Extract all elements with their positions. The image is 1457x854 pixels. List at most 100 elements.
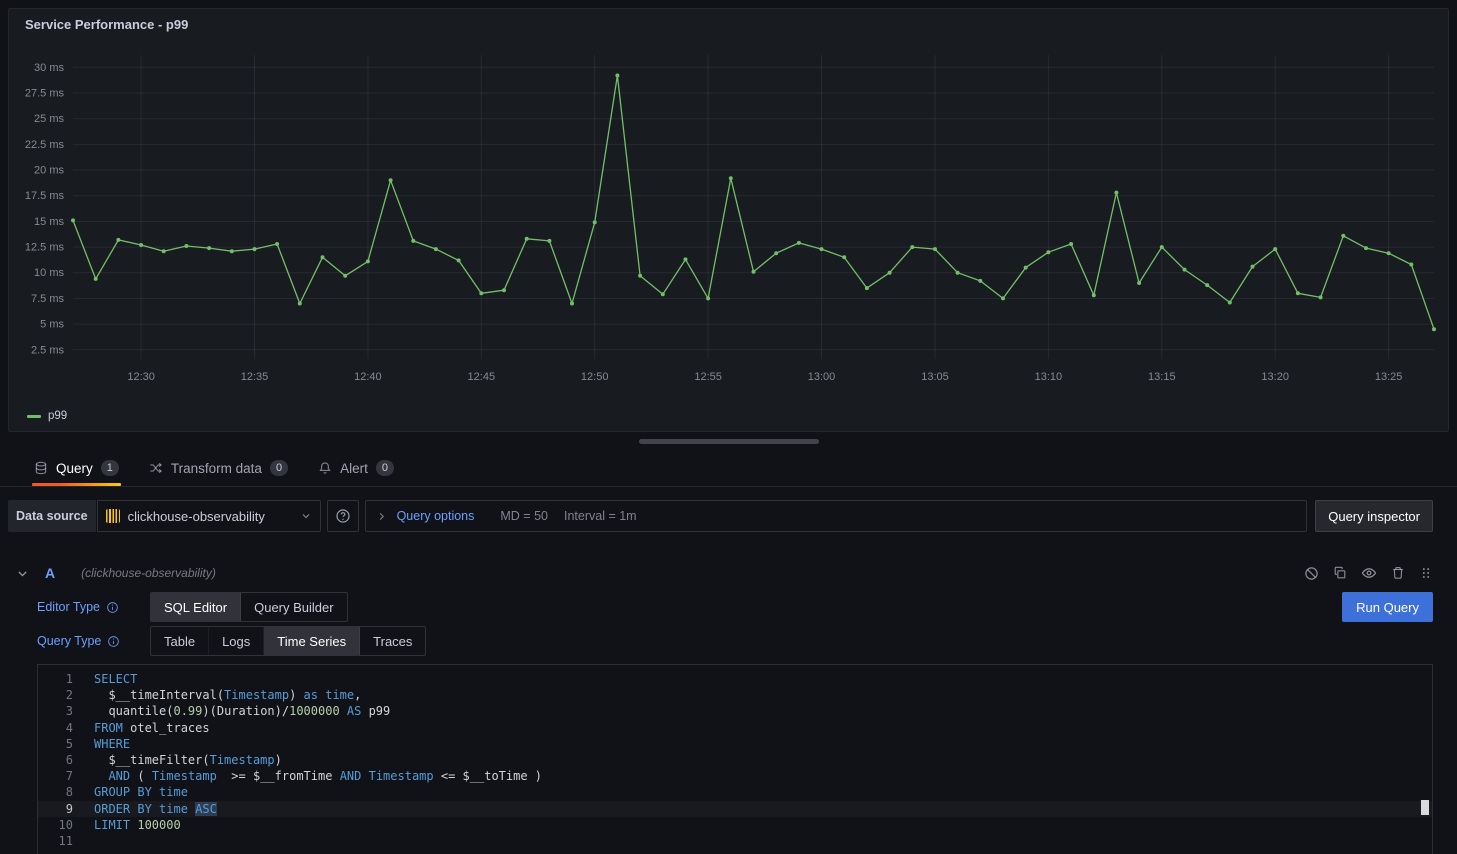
query-type-time-series[interactable]: Time Series	[264, 627, 360, 655]
editor-type-row: Editor Type SQL Editor Query Builder Run…	[37, 592, 1433, 622]
code-line[interactable]: 10LIMIT 100000	[38, 817, 1432, 833]
y-tick-label: 7.5 ms	[31, 293, 65, 305]
code-text[interactable]: quantile(0.99)(Duration)/1000000 AS p99	[94, 703, 390, 719]
query-type-table[interactable]: Table	[151, 627, 209, 655]
info-circle-icon[interactable]	[106, 601, 119, 614]
line-number: 7	[38, 768, 94, 784]
info-circle-icon[interactable]	[107, 635, 120, 648]
line-number: 3	[38, 703, 94, 719]
panel-header[interactable]: Service Performance - p99	[9, 9, 1448, 39]
interval-value: Interval = 1m	[564, 509, 637, 523]
editor-type-label-wrap: Editor Type	[37, 600, 150, 614]
sql-code-editor[interactable]: 1SELECT2 $__timeInterval(Timestamp) as t…	[37, 664, 1433, 854]
tab-label: Query	[56, 461, 93, 476]
collapse-query-icon[interactable]	[16, 567, 29, 580]
run-query-button[interactable]: Run Query	[1342, 592, 1433, 622]
horizontal-scrollbar-thumb[interactable]	[639, 439, 819, 444]
datasource-help-button[interactable]	[327, 500, 359, 532]
y-tick-label: 30 ms	[34, 62, 64, 74]
code-line[interactable]: 3 quantile(0.99)(Duration)/1000000 AS p9…	[38, 703, 1432, 719]
code-text[interactable]: SELECT	[94, 671, 137, 687]
hide-response-button[interactable]	[1361, 565, 1377, 581]
y-tick-label: 12.5 ms	[25, 242, 65, 254]
query-inspector-button[interactable]: Query inspector	[1315, 500, 1433, 532]
query-ref-id[interactable]: A	[45, 565, 55, 581]
code-text[interactable]: AND ( Timestamp >= $__fromTime AND Times…	[94, 768, 542, 784]
y-tick-label: 2.5 ms	[31, 344, 65, 356]
query-type-row: Query Type Table Logs Time Series Traces	[37, 626, 1433, 656]
trash-icon	[1391, 566, 1405, 580]
code-lines[interactable]: 1SELECT2 $__timeInterval(Timestamp) as t…	[38, 671, 1432, 849]
code-text[interactable]: WHERE	[94, 736, 130, 752]
query-options-toggle[interactable]: Query options MD = 50 Interval = 1m	[365, 500, 1308, 532]
ban-icon	[1304, 566, 1319, 581]
code-line[interactable]: 6 $__timeFilter(Timestamp)	[38, 752, 1432, 768]
line-number: 5	[38, 736, 94, 752]
query-type-traces[interactable]: Traces	[360, 627, 425, 655]
code-text[interactable]: FROM otel_traces	[94, 720, 210, 736]
x-tick-label: 12:40	[354, 371, 382, 383]
datasource-label: Data source	[8, 500, 96, 532]
editor-type-query-builder[interactable]: Query Builder	[241, 593, 346, 621]
code-line[interactable]: 1SELECT	[38, 671, 1432, 687]
editor-type-label: Editor Type	[37, 600, 100, 614]
code-line[interactable]: 9ORDER BY time ASC	[38, 801, 1432, 817]
eye-icon	[1361, 565, 1377, 581]
tab-transform-data[interactable]: Transform data 0	[147, 450, 290, 486]
datasource-select[interactable]: clickhouse-observability	[97, 500, 321, 532]
drag-handle-icon	[1419, 566, 1433, 580]
clickhouse-logo-icon	[106, 509, 120, 523]
x-tick-label: 13:20	[1261, 371, 1289, 383]
code-text[interactable]: $__timeFilter(Timestamp)	[94, 752, 282, 768]
x-tick-label: 12:30	[127, 371, 155, 383]
editor-cursor-indicator	[1421, 800, 1429, 815]
code-text[interactable]: $__timeInterval(Timestamp) as time,	[94, 687, 361, 703]
code-line[interactable]: 8GROUP BY time	[38, 784, 1432, 800]
copy-icon	[1333, 566, 1347, 580]
code-line[interactable]: 5WHERE	[38, 736, 1432, 752]
timeseries-panel: Service Performance - p99 2.5 ms 5 ms 7.5 …	[8, 8, 1449, 432]
tab-alert[interactable]: Alert 0	[316, 450, 396, 486]
drag-handle[interactable]	[1419, 566, 1433, 580]
y-tick-label: 20 ms	[34, 165, 64, 177]
series-p99[interactable]	[71, 74, 1436, 332]
remove-query-button[interactable]	[1391, 566, 1405, 580]
tab-label: Alert	[340, 461, 368, 476]
query-options-label: Query options	[397, 509, 475, 523]
line-number: 9	[38, 801, 94, 817]
line-number: 8	[38, 784, 94, 800]
query-type-logs[interactable]: Logs	[209, 627, 264, 655]
chart-area[interactable]: 2.5 ms5 ms7.5 ms10 ms12.5 ms15 ms17.5 ms…	[9, 39, 1448, 408]
x-tick-label: 13:00	[808, 371, 836, 383]
code-text[interactable]: GROUP BY time	[94, 784, 188, 800]
x-tick-label: 13:10	[1035, 371, 1063, 383]
disable-query-button[interactable]	[1304, 566, 1319, 581]
query-type-group: Table Logs Time Series Traces	[150, 626, 426, 656]
y-tick-label: 25 ms	[34, 113, 64, 125]
tab-query[interactable]: Query 1	[32, 450, 121, 486]
question-circle-icon	[335, 508, 351, 524]
axis-labels: 2.5 ms5 ms7.5 ms10 ms12.5 ms15 ms17.5 ms…	[25, 62, 1403, 383]
x-tick-label: 13:25	[1375, 371, 1403, 383]
legend-series-label[interactable]: p99	[48, 410, 67, 422]
code-line[interactable]: 7 AND ( Timestamp >= $__fromTime AND Tim…	[38, 768, 1432, 784]
tab-count-badge: 1	[101, 460, 119, 476]
code-line[interactable]: 4FROM otel_traces	[38, 720, 1432, 736]
timeseries-chart[interactable]: 2.5 ms5 ms7.5 ms10 ms12.5 ms15 ms17.5 ms…	[9, 39, 1448, 403]
y-tick-label: 5 ms	[40, 319, 64, 331]
code-text[interactable]: LIMIT 100000	[94, 817, 181, 833]
editor-type-sql-editor[interactable]: SQL Editor	[151, 593, 241, 621]
x-tick-label: 13:05	[921, 371, 949, 383]
chevron-down-icon	[300, 510, 312, 522]
line-number: 11	[38, 833, 94, 849]
query-row-header[interactable]: A (clickhouse-observability)	[8, 558, 1433, 588]
code-line[interactable]: 11	[38, 833, 1432, 849]
code-line[interactable]: 2 $__timeInterval(Timestamp) as time,	[38, 687, 1432, 703]
duplicate-query-button[interactable]	[1333, 566, 1347, 580]
grid	[73, 55, 1434, 359]
chevron-right-icon	[376, 511, 387, 522]
code-text[interactable]: ORDER BY time ASC	[94, 801, 217, 817]
line-number: 4	[38, 720, 94, 736]
y-tick-label: 17.5 ms	[25, 190, 65, 202]
query-type-label-wrap: Query Type	[37, 634, 150, 648]
